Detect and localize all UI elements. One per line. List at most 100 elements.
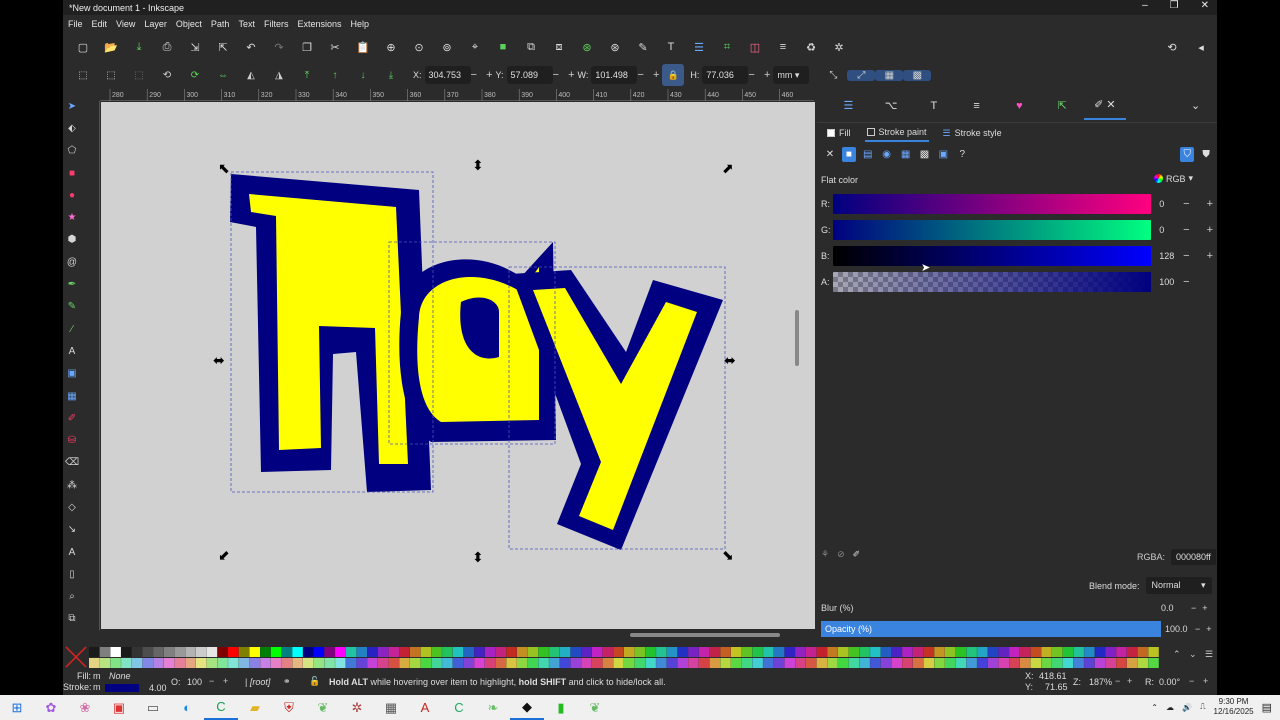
menu-help[interactable]: Help xyxy=(350,19,369,29)
preferences-icon[interactable]: ✲ xyxy=(825,37,853,57)
palette-swatch[interactable] xyxy=(1009,658,1020,668)
app-shield-icon[interactable]: ⛨ xyxy=(272,695,306,720)
palette-swatch[interactable] xyxy=(99,647,111,657)
palette-swatch[interactable] xyxy=(303,647,314,657)
palette-swatch[interactable] xyxy=(1137,647,1149,657)
palette-swatch[interactable] xyxy=(335,647,346,657)
flip-v-icon[interactable]: ◮ xyxy=(265,70,293,81)
b-increment-button[interactable]: + xyxy=(1207,250,1213,262)
opacity-status[interactable]: 100 xyxy=(187,677,202,687)
palette-scroll-up-icon[interactable]: ⌃ xyxy=(1173,649,1181,660)
xml-icon[interactable]: ⌗ xyxy=(713,37,741,57)
palette-swatch[interactable] xyxy=(559,658,571,668)
tab-fill[interactable]: Fill xyxy=(825,125,853,141)
app-leaf2-icon[interactable]: ❧ xyxy=(476,695,510,720)
palette-swatch[interactable] xyxy=(827,658,838,668)
rotate-cw-icon[interactable]: ⟳ xyxy=(181,70,209,81)
app-green-icon[interactable]: ▮ xyxy=(544,695,578,720)
palette-swatch[interactable] xyxy=(752,647,763,657)
eyedropper-icon[interactable]: ✐ xyxy=(853,549,861,560)
tray-up-icon[interactable]: ⌃ xyxy=(1151,703,1158,712)
pages-tool-icon[interactable]: ▯ xyxy=(65,563,79,585)
palette-swatch[interactable] xyxy=(1126,647,1138,657)
slider-b[interactable] xyxy=(832,246,1152,266)
palette-swatch[interactable] xyxy=(249,658,261,668)
palette-swatch[interactable] xyxy=(1009,647,1020,657)
g-increment-button[interactable]: + xyxy=(1207,224,1213,236)
lock-ratio-icon[interactable]: 🔒 xyxy=(662,64,685,86)
palette-scroll-down-icon[interactable]: ⌄ xyxy=(1189,649,1197,660)
palette-swatch[interactable] xyxy=(666,658,678,668)
scale-radii-icon[interactable]: ⤢ xyxy=(847,69,876,81)
palette-swatch[interactable] xyxy=(484,658,496,668)
fill-rule-nonzero-icon[interactable]: ⛊ xyxy=(1199,147,1213,162)
palette-swatch[interactable] xyxy=(356,647,368,657)
close-button[interactable]: ✕ xyxy=(1201,0,1209,11)
palette-swatch[interactable] xyxy=(709,658,721,668)
palette-swatch[interactable] xyxy=(870,658,881,668)
y-increment-button[interactable]: + xyxy=(568,69,574,81)
app-feather-icon[interactable]: ❦ xyxy=(578,695,612,720)
zoom-decrement[interactable]: − xyxy=(1115,676,1120,686)
palette-swatch[interactable] xyxy=(934,658,945,668)
paste-icon[interactable]: 📋 xyxy=(349,37,377,57)
clock[interactable]: 9:30 PM 12/16/2025 xyxy=(1214,697,1254,717)
palette-swatch[interactable] xyxy=(388,658,400,668)
palette-swatch[interactable] xyxy=(859,658,870,668)
unlink-clone-icon[interactable]: ⧈ xyxy=(545,37,573,57)
zoom-increment[interactable]: + xyxy=(1127,676,1132,686)
palette-swatch[interactable] xyxy=(656,647,667,657)
palette-swatch[interactable] xyxy=(238,658,250,668)
palette-swatch[interactable] xyxy=(838,647,849,657)
palette-swatch[interactable] xyxy=(645,658,656,668)
palette-swatch[interactable] xyxy=(495,658,507,668)
palette-swatch[interactable] xyxy=(1062,658,1074,668)
slider-g[interactable] xyxy=(832,220,1152,240)
layer-visibility-icon[interactable]: ⚭ xyxy=(283,676,291,687)
palette-swatch[interactable] xyxy=(731,658,742,668)
snap-icon[interactable]: ⟲ xyxy=(1158,37,1186,57)
h-increment-button[interactable]: + xyxy=(764,69,770,81)
menu-file[interactable]: File xyxy=(68,19,83,29)
palette-swatch[interactable] xyxy=(741,658,753,668)
panel-menu-icon[interactable]: ⌄ xyxy=(1174,92,1217,120)
letter-a[interactable] xyxy=(399,242,556,442)
palette-swatch[interactable] xyxy=(773,647,785,657)
palette-swatch[interactable] xyxy=(1062,647,1074,657)
palette-swatch[interactable] xyxy=(773,658,785,668)
palette-swatch[interactable] xyxy=(848,658,860,668)
palette-swatch[interactable] xyxy=(998,658,1010,668)
palette-swatch[interactable] xyxy=(966,658,977,668)
palette-swatch[interactable] xyxy=(1052,658,1063,668)
palette-swatch[interactable] xyxy=(1041,658,1052,668)
app-a-icon[interactable]: A xyxy=(408,695,442,720)
palette-swatch[interactable] xyxy=(902,647,913,657)
h-input[interactable]: 77.036 xyxy=(702,66,749,84)
palette-swatch[interactable] xyxy=(442,658,453,668)
palette-swatch[interactable] xyxy=(1019,658,1031,668)
x-increment-button[interactable]: + xyxy=(486,69,492,81)
r-value[interactable]: 0 xyxy=(1159,199,1183,209)
rectangle-tool-icon[interactable]: ■ xyxy=(65,162,79,184)
move-patterns-icon[interactable]: ▩ xyxy=(903,69,932,81)
copilot-icon[interactable]: ✿ xyxy=(34,695,68,720)
a-value[interactable]: 100 xyxy=(1159,277,1183,287)
status-opacity-decrement[interactable]: − xyxy=(209,676,214,686)
connector-tool-icon[interactable]: ↘ xyxy=(65,519,79,541)
tweak-tool-icon[interactable]: ⬠ xyxy=(65,140,79,162)
canvas[interactable]: ⬉ ⬍ ⬈ ⬌ ⬌ ⬋ ⬍ ⬊ xyxy=(101,102,815,629)
palette-swatch[interactable] xyxy=(174,658,186,668)
slider-r[interactable] xyxy=(832,194,1152,214)
menu-filters[interactable]: Filters xyxy=(264,19,289,29)
palette-swatch[interactable] xyxy=(1019,647,1031,657)
palette-swatch[interactable] xyxy=(1084,658,1095,668)
palette-swatch[interactable] xyxy=(923,647,935,657)
camtasia-icon[interactable]: C xyxy=(204,695,238,720)
x-decrement-button[interactable]: − xyxy=(471,69,477,81)
rotation-value[interactable]: 0.00° xyxy=(1159,677,1180,687)
palette-swatch[interactable] xyxy=(121,658,132,668)
palette-swatch[interactable] xyxy=(1137,658,1149,668)
windows-start-icon[interactable]: ⊞ xyxy=(0,695,34,720)
blur-increment-button[interactable]: + xyxy=(1202,603,1207,613)
palette-swatch[interactable] xyxy=(784,647,796,657)
